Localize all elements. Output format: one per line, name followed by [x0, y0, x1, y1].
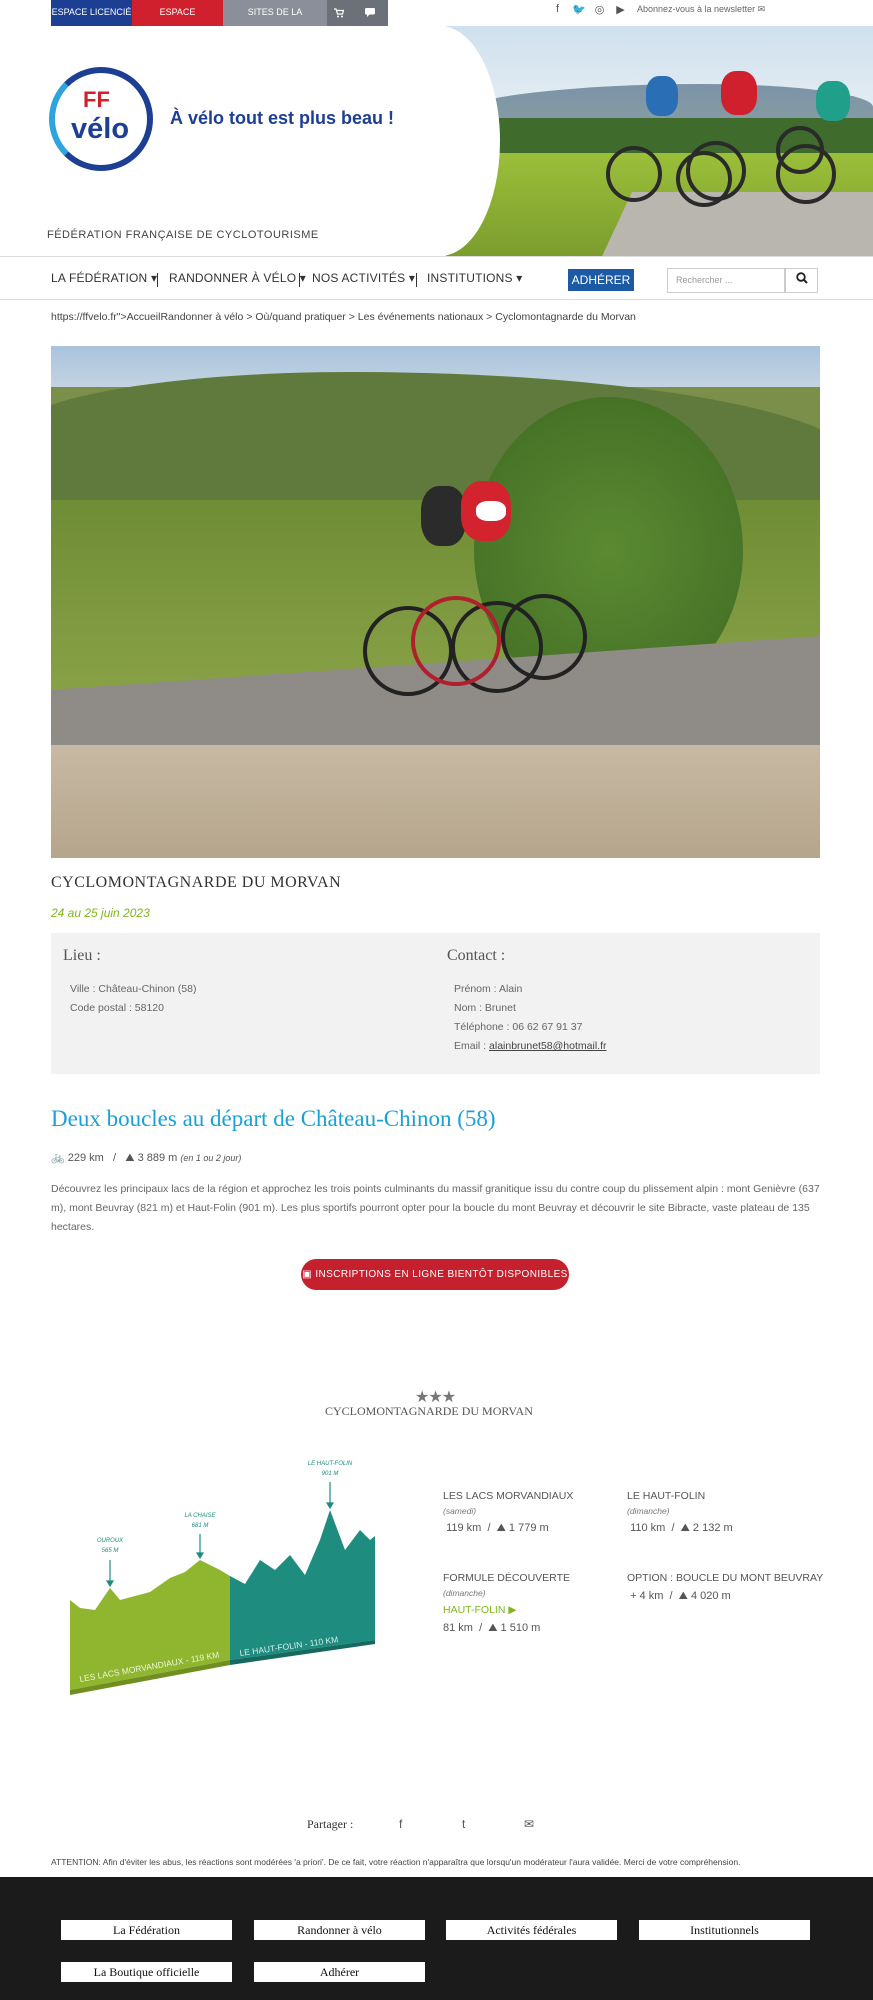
slogan: À vélo tout est plus beau !	[170, 108, 395, 128]
nav-item-randonner[interactable]: RANDONNER À VÉLO ▾	[169, 271, 306, 285]
section-title: Deux boucles au départ de Château-Chinon…	[51, 1106, 496, 1131]
social-links: f 🐦 ◎ ▶	[551, 3, 627, 16]
instagram-icon[interactable]: ◎	[593, 3, 606, 16]
elevation-icon: ⛰	[125, 1152, 135, 1164]
footer-link-adherer[interactable]: Adhérer	[254, 1962, 425, 1982]
twitter-icon[interactable]: 🐦	[572, 3, 586, 16]
footer-link-institutionnels[interactable]: Institutionnels	[639, 1920, 810, 1940]
route-block-lacs: LES LACS MORVANDIAUX (samedi) 119 km / ⛰…	[443, 1490, 574, 1534]
footer-link-activites[interactable]: Activités fédérales	[446, 1920, 617, 1940]
peak-alt-haut-folin: 901 M	[322, 1471, 339, 1477]
route-block-decouverte: FORMULE DÉCOUVERTE (dimanche) HAUT-FOLIN…	[443, 1572, 570, 1634]
twitter-icon[interactable]: t	[462, 1817, 465, 1831]
espace-licencie-button[interactable]: ESPACE LICENCIÉ	[51, 0, 132, 26]
header-hero-mask	[380, 26, 500, 256]
peak-label-haut-folin: LE HAUT-FOLIN	[308, 1461, 353, 1467]
footer-link-federation[interactable]: La Fédération	[61, 1920, 232, 1940]
espace-structures-button[interactable]: ESPACE STRUCTURES	[132, 0, 223, 41]
search-icon[interactable]	[785, 268, 818, 293]
inscriptions-button[interactable]: ▣ INSCRIPTIONS EN LIGNE BIENTÔT DISPONIB…	[301, 1259, 569, 1311]
route-block-haut-folin: LE HAUT-FOLIN (dimanche) 110 km / ⛰ 2 13…	[627, 1490, 733, 1534]
peak-alt-chaise: 681 M	[192, 1523, 209, 1529]
peak-alt-ouroux: 565 M	[102, 1548, 119, 1554]
lieu-code-postal: Code postal : 58120	[70, 1002, 164, 1014]
nav-item-federation[interactable]: LA FÉDÉRATION ▾	[51, 271, 157, 285]
contact-nom: Nom : Brunet	[454, 1002, 516, 1014]
lieu-ville: Ville : Château-Chinon (58)	[70, 983, 197, 995]
contact-email: Email : alainbrunet58@hotmail.fr	[454, 1040, 607, 1052]
event-photo	[51, 346, 820, 858]
breadcrumb[interactable]: https://ffvelo.fr">AccueilRandonner à vé…	[51, 311, 636, 323]
facebook-icon[interactable]: f	[399, 1817, 402, 1831]
nav-item-activites[interactable]: NOS ACTIVITÉS ▾	[312, 271, 415, 285]
cart-icon[interactable]	[327, 0, 351, 26]
calendar-icon: ▣	[302, 1269, 313, 1280]
header-hero-image	[446, 26, 873, 256]
contact-prenom: Prénom : Alain	[454, 983, 523, 995]
share-label: Partager :	[307, 1817, 354, 1831]
footer-link-boutique[interactable]: La Boutique officielle	[61, 1962, 232, 1982]
adherer-button[interactable]: ADHÉRER	[568, 269, 634, 291]
facebook-icon[interactable]: f	[551, 3, 564, 16]
mail-icon[interactable]: ✉	[524, 1817, 534, 1831]
info-box: Lieu : Ville : Château-Chinon (58) Code …	[51, 933, 820, 1074]
youtube-icon[interactable]: ▶	[614, 3, 627, 16]
peak-label-ouroux: OUROUX	[97, 1538, 124, 1544]
ffvelo-logo[interactable]: FF vélo	[49, 67, 153, 171]
route-block-beuvray: OPTION : BOUCLE DU MONT BEUVRAY + 4 km /…	[627, 1572, 824, 1602]
newsletter-link[interactable]: Abonnez-vous à la newsletter ✉	[637, 4, 765, 15]
federation-name: FÉDÉRATION FRANÇAISE DE CYCLOTOURISME	[47, 229, 319, 241]
contact-heading: Contact :	[447, 947, 506, 964]
moderation-notice: ATTENTION: Afin d'éviter les abus, les r…	[51, 1857, 741, 1867]
top-bar: ESPACE LICENCIÉ ESPACE STRUCTURES SITES …	[0, 0, 873, 41]
contact-telephone: Téléphone : 06 62 67 91 37	[454, 1021, 583, 1033]
footer: La Fédération Randonner à vélo Activités…	[0, 1877, 873, 2000]
route-stats: 🚲 229 km / ⛰ 3 889 m (en 1 ou 2 jour)	[51, 1152, 242, 1164]
route-title: CYCLOMONTAGNARDE DU MORVAN	[325, 1404, 533, 1418]
lieu-heading: Lieu :	[63, 947, 101, 964]
elevation-profile: OUROUX 565 M LA CHAISE 681 M LE HAUT-FOL…	[70, 1461, 375, 1695]
main-nav: LA FÉDÉRATION ▾ RANDONNER À VÉLO ▾ NOS A…	[0, 256, 873, 300]
event-date: 24 au 25 juin 2023	[51, 906, 150, 920]
section-description: Découvrez les principaux lacs de la régi…	[51, 1183, 820, 1233]
event-title: CYCLOMONTAGNARDE DU MORVAN	[51, 874, 342, 891]
search-input[interactable]: Rechercher ...	[667, 268, 785, 293]
peak-label-chaise: LA CHAISE	[184, 1513, 216, 1519]
bike-icon: 🚲	[51, 1152, 65, 1164]
chat-icon[interactable]	[351, 0, 388, 26]
footer-link-randonner[interactable]: Randonner à vélo	[254, 1920, 425, 1940]
sites-federation-dropdown[interactable]: SITES DE LA FÉDÉRATION ▾	[223, 0, 327, 41]
nav-item-institutions[interactable]: INSTITUTIONS ▾	[427, 271, 523, 285]
email-link[interactable]: alainbrunet58@hotmail.fr	[489, 1040, 606, 1052]
